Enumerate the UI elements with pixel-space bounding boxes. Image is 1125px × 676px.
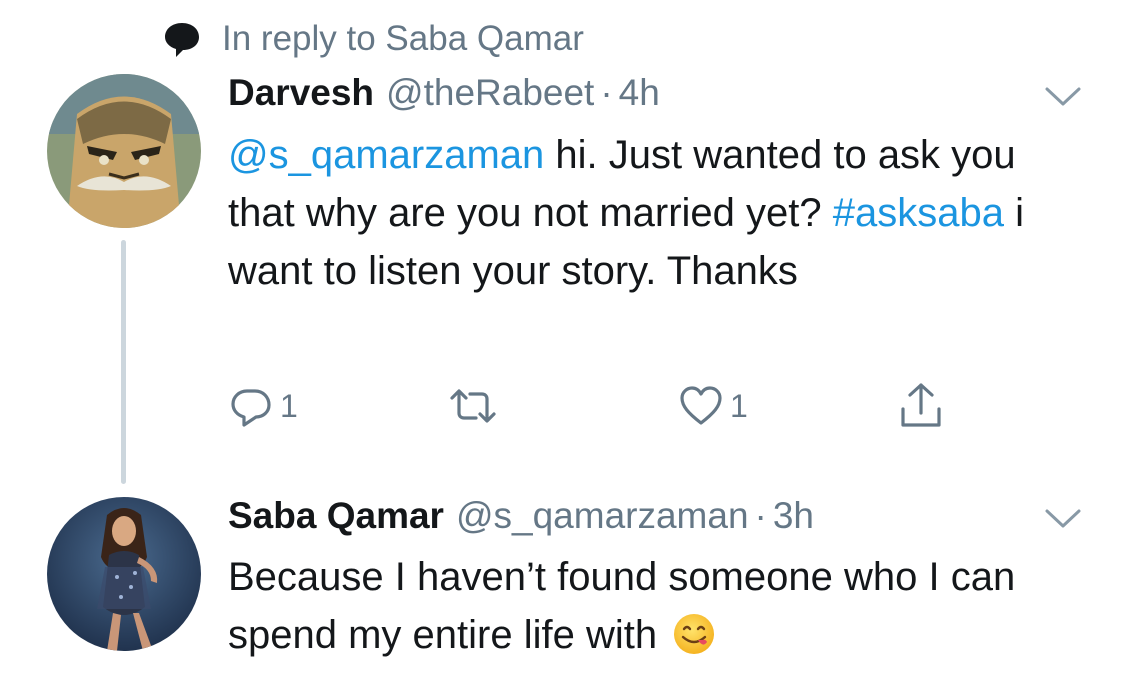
reply-context[interactable]: In reply to Saba Qamar: [162, 14, 584, 64]
reply-icon: [228, 383, 274, 429]
reply-context-label: In reply to Saba Qamar: [222, 19, 584, 58]
hashtag-link[interactable]: #asksaba: [833, 191, 1004, 235]
user-handle[interactable]: @theRabeet: [386, 72, 594, 114]
speech-bubble-icon: [162, 19, 202, 59]
display-name[interactable]: Darvesh: [228, 72, 374, 114]
like-count: 1: [730, 387, 748, 424]
separator-dot: ·: [600, 72, 613, 113]
chevron-down-icon[interactable]: [1044, 507, 1082, 531]
woman-portrait-avatar: [47, 497, 201, 651]
retweet-icon: [448, 383, 498, 429]
timestamp[interactable]: 3h: [773, 495, 814, 537]
separator-dot: ·: [754, 495, 767, 536]
yum-face-emoji-icon: [672, 612, 716, 656]
chevron-down-icon[interactable]: [1044, 85, 1082, 109]
heart-icon: [678, 383, 724, 429]
display-name[interactable]: Saba Qamar: [228, 495, 444, 537]
like-button[interactable]: 1: [678, 380, 748, 432]
tweet-text: @s_qamarzaman hi. Just wanted to ask you…: [228, 126, 1088, 300]
tweet-text-segment: Because I haven’t found someone who I ca…: [228, 555, 1016, 657]
avatar-saba-qamar[interactable]: [47, 497, 201, 651]
tweet-header: Darvesh @theRabeet · 4h: [228, 72, 660, 118]
timestamp[interactable]: 4h: [619, 72, 660, 114]
user-handle[interactable]: @s_qamarzaman: [456, 495, 749, 537]
anime-old-man-avatar: [47, 74, 201, 228]
reply-button[interactable]: 1: [228, 380, 298, 432]
share-button[interactable]: [898, 380, 944, 432]
tweet-header: Saba Qamar @s_qamarzaman · 3h: [228, 495, 814, 541]
reply-count: 1: [280, 387, 298, 424]
retweet-button[interactable]: [448, 380, 504, 432]
share-icon: [898, 381, 944, 431]
tweet-text: Because I haven’t found someone who I ca…: [228, 548, 1088, 664]
avatar-darvesh[interactable]: [47, 74, 201, 228]
thread-connector-line: [121, 240, 126, 484]
mention-link[interactable]: @s_qamarzaman: [228, 133, 544, 177]
